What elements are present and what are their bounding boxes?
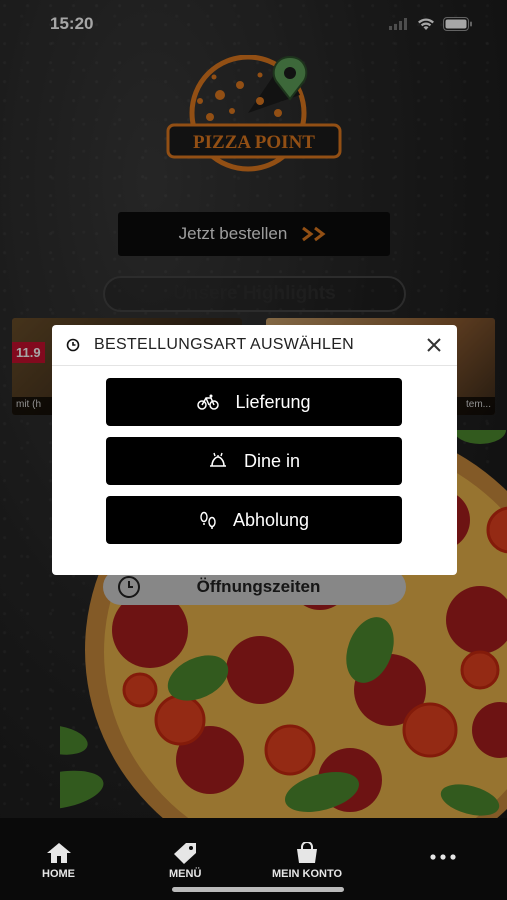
delivery-button[interactable]: Lieferung — [106, 378, 402, 426]
tag-icon — [174, 843, 197, 864]
nav-home-label: HOME — [42, 868, 75, 880]
nav-account[interactable]: MEIN KONTO — [272, 842, 342, 880]
dialog-title: BESTELLUNGSART AUSWÄHLEN — [94, 336, 355, 353]
dine-in-label: Dine in — [243, 450, 301, 471]
dine-in-button[interactable]: Dine in — [106, 437, 402, 485]
bicycle-icon — [197, 394, 220, 410]
dialog-header: BESTELLUNGSART AUSWÄHLEN — [52, 325, 457, 366]
nav-account-label: MEIN KONTO — [272, 868, 343, 880]
nav-more[interactable] — [430, 854, 456, 860]
more-dots-icon — [430, 854, 456, 860]
delivery-label: Lieferung — [235, 391, 311, 412]
nav-menu-label: MENÜ — [169, 868, 202, 880]
home-icon — [46, 843, 71, 863]
pickup-button[interactable]: Abholung — [106, 496, 402, 544]
close-icon[interactable] — [425, 336, 443, 354]
shopping-bag-icon — [297, 842, 318, 863]
pickup-label: Abholung — [232, 509, 310, 530]
order-type-dialog: BESTELLUNGSART AUSWÄHLEN Lieferung Dine … — [52, 325, 457, 575]
nav-menu[interactable]: MENÜ — [169, 842, 201, 880]
dining-icon — [209, 452, 226, 467]
clock-settings-icon — [66, 338, 80, 352]
home-indicator — [172, 887, 344, 892]
nav-home[interactable]: HOME — [42, 842, 75, 880]
footsteps-icon — [200, 511, 216, 529]
